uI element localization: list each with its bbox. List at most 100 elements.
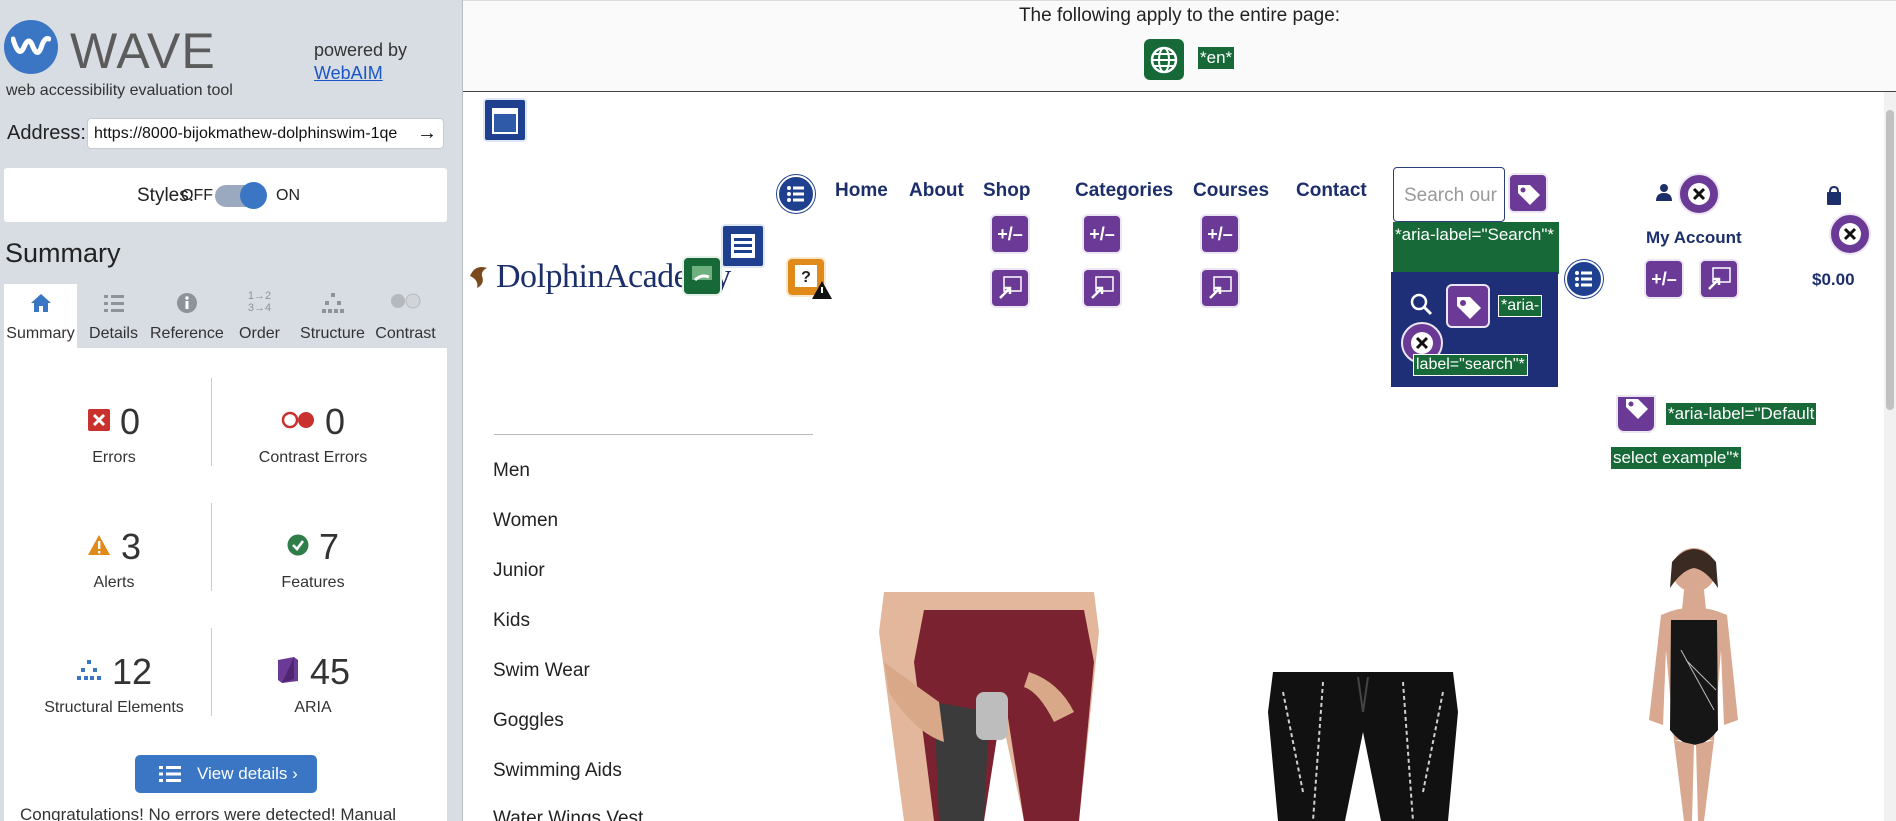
view-details-button[interactable]: View details › <box>135 755 317 793</box>
hidden-icon[interactable] <box>1678 173 1720 215</box>
tab-order-label: Order <box>239 325 280 342</box>
aria-popup-icon[interactable] <box>990 268 1030 308</box>
category-link[interactable]: Kids <box>493 610 530 632</box>
nav-home[interactable]: Home <box>835 180 888 202</box>
aria-label-icon[interactable] <box>1446 284 1490 328</box>
category-divider <box>494 434 813 435</box>
stat-errors[interactable]: 0 Errors <box>14 401 214 467</box>
list-icon <box>77 292 150 318</box>
errors-label: Errors <box>92 449 136 466</box>
shopping-bag-icon[interactable] <box>1825 185 1843 206</box>
dolphin-logo-icon <box>467 262 491 290</box>
aria-label-chip: *aria- <box>1498 295 1543 317</box>
cart-total: $0.00 <box>1812 270 1855 289</box>
page-preview: The following apply to the entire page: … <box>463 0 1896 821</box>
tab-order[interactable]: 1→2 3→4 Order <box>223 284 296 348</box>
structural-label: Structural Elements <box>44 699 184 716</box>
contrast-error-icon <box>281 411 315 434</box>
search-icon[interactable] <box>1409 292 1433 316</box>
aria-icon <box>276 656 300 688</box>
tab-reference[interactable]: Reference <box>150 284 224 348</box>
nav-list-icon[interactable] <box>1565 260 1603 298</box>
category-link[interactable]: Men <box>493 460 530 482</box>
view-details-label: View details › <box>197 764 298 783</box>
summary-heading: Summary <box>5 238 121 268</box>
suspicious-alt-alert-icon[interactable]: ? <box>786 257 832 299</box>
aria-popup-icon[interactable] <box>1699 259 1739 299</box>
product-image-jammer-shorts[interactable] <box>1263 672 1463 821</box>
aria-label-icon[interactable] <box>1508 173 1548 213</box>
aria-expanded-icon[interactable]: +/– <box>1644 259 1684 299</box>
category-link[interactable]: Swimming Aids <box>493 760 622 782</box>
stat-structural[interactable]: 12 Structural Elements <box>14 651 214 717</box>
congrats-message: Congratulations! No errors were detected… <box>20 805 397 821</box>
my-account-link[interactable]: My Account <box>1646 228 1742 248</box>
contrast-errors-label: Contrast Errors <box>258 449 368 466</box>
arrow-right-icon[interactable]: → <box>417 122 437 145</box>
tab-details-label: Details <box>89 325 138 342</box>
stat-alerts[interactable]: 3 Alerts <box>14 526 214 592</box>
language-chip: *en* <box>1198 47 1235 69</box>
tab-summary-label: Summary <box>6 325 75 342</box>
tab-contrast[interactable]: Contrast <box>369 284 442 348</box>
address-field[interactable]: https://8000-bijokmathew-dolphinswim-1qe… <box>87 118 444 149</box>
category-link[interactable]: Junior <box>493 560 545 582</box>
aria-label-default-chip: *aria-label="Default <box>1666 403 1816 425</box>
globe-language-icon[interactable] <box>1144 39 1184 80</box>
header-region-icon[interactable] <box>483 98 527 142</box>
address-input[interactable]: https://8000-bijokmathew-dolphinswim-1qe <box>94 125 412 143</box>
search-input[interactable]: Search our <box>1393 167 1505 222</box>
stat-features[interactable]: 7 Features <box>213 526 413 592</box>
nav-list-icon[interactable] <box>777 175 815 213</box>
svg-text:?: ? <box>801 269 811 286</box>
page-scrollbar[interactable] <box>1884 92 1896 821</box>
panel-tabs: Summary Details Reference 1→2 3→4 Order S… <box>4 284 447 348</box>
contrast-errors-count: 0 <box>324 401 346 442</box>
nav-categories[interactable]: Categories <box>1075 180 1173 202</box>
search-button-panel[interactable]: *aria- label="search"* <box>1391 272 1558 387</box>
aria-label-icon[interactable] <box>1616 395 1656 433</box>
tab-structure[interactable]: Structure <box>296 284 369 348</box>
tab-reference-label: Reference <box>150 325 224 342</box>
nav-shop[interactable]: Shop <box>983 180 1031 202</box>
hidden-icon[interactable] <box>1829 213 1871 255</box>
product-image-swimsuit[interactable] <box>1626 540 1761 821</box>
tab-contrast-label: Contrast <box>375 325 436 342</box>
product-image-mens-shorts[interactable] <box>844 592 1134 821</box>
aria-expanded-icon[interactable]: +/– <box>1200 214 1240 254</box>
nav-courses[interactable]: Courses <box>1193 180 1269 202</box>
scroll-thumb[interactable] <box>1886 110 1894 410</box>
alerts-count: 3 <box>120 526 142 567</box>
aria-count: 45 <box>309 651 351 692</box>
linked-image-icon[interactable] <box>682 256 722 296</box>
nav-contact[interactable]: Contact <box>1296 180 1367 202</box>
category-link[interactable]: Water Wings Vest <box>493 808 643 821</box>
category-link[interactable]: Goggles <box>493 710 564 732</box>
styles-toggle-card: Styles: OFF ON <box>4 168 447 222</box>
tab-details[interactable]: Details <box>77 284 150 348</box>
aria-expanded-icon[interactable]: +/– <box>990 214 1030 254</box>
aria-popup-icon[interactable] <box>1200 268 1240 308</box>
aria-label-chip-continued: label="search"* <box>1413 354 1528 376</box>
wave-sidebar: WAVE web accessibility evaluation tool p… <box>0 0 463 821</box>
stat-aria[interactable]: 45 ARIA <box>213 651 413 717</box>
errors-count: 0 <box>119 401 141 442</box>
aria-popup-icon[interactable] <box>1082 268 1122 308</box>
home-icon <box>4 292 77 318</box>
webaim-link[interactable]: WebAIM <box>314 63 383 84</box>
category-link[interactable]: Swim Wear <box>493 660 590 682</box>
aria-expanded-icon[interactable]: +/– <box>1082 214 1122 254</box>
user-icon[interactable] <box>1655 183 1673 201</box>
nav-about[interactable]: About <box>909 180 964 202</box>
feature-check-icon <box>287 534 309 561</box>
tab-summary[interactable]: Summary <box>4 284 77 348</box>
toggle-knob[interactable] <box>240 182 267 209</box>
styles-toggle[interactable] <box>215 182 267 209</box>
stat-contrast-errors[interactable]: 0 Contrast Errors <box>213 401 413 467</box>
alerts-label: Alerts <box>93 574 135 591</box>
list-icon <box>159 765 181 788</box>
section-region-icon[interactable] <box>721 224 765 268</box>
search-placeholder: Search our <box>1404 185 1497 206</box>
category-link[interactable]: Women <box>493 510 558 532</box>
aria-label-search-chip: *aria-label="Search"* <box>1393 222 1559 274</box>
